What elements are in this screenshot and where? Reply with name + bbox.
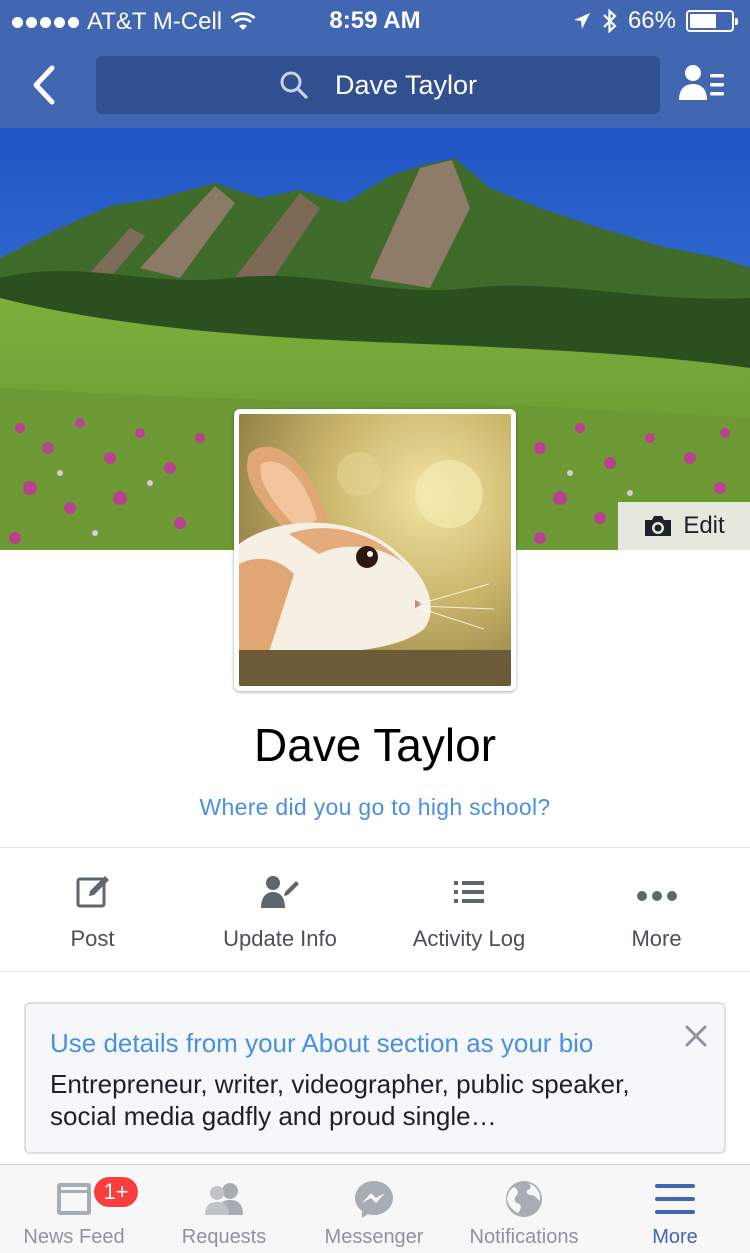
status-right: 66% — [572, 7, 738, 35]
dismiss-bio-button[interactable] — [682, 1022, 710, 1050]
battery-percent: 66% — [627, 7, 676, 34]
profile-picture[interactable] — [234, 409, 516, 691]
tab-news-feed-label: News Feed — [23, 1226, 125, 1248]
tab-requests[interactable]: Requests — [148, 1165, 300, 1253]
post-label: Post — [70, 926, 115, 951]
bio-suggestion-title[interactable]: Use details from your About section as y… — [50, 1028, 593, 1059]
update-info-button[interactable]: Update Info — [185, 848, 375, 972]
tab-messenger[interactable]: Messenger — [300, 1165, 448, 1253]
tab-notifications[interactable]: Notifications — [448, 1165, 600, 1253]
messenger-icon — [355, 1181, 393, 1218]
edit-cover-label: Edit — [683, 512, 725, 539]
search-value: Dave Taylor — [334, 69, 478, 100]
camera-icon — [645, 516, 672, 536]
tab-messenger-label: Messenger — [324, 1226, 424, 1248]
globe-icon — [506, 1181, 542, 1217]
search-icon — [280, 71, 308, 99]
update-info-label: Update Info — [223, 926, 337, 951]
tab-more[interactable]: More — [600, 1165, 750, 1253]
divider — [0, 971, 750, 972]
activity-log-button[interactable]: Activity Log — [375, 848, 563, 972]
close-icon — [685, 1025, 707, 1047]
location-arrow-icon — [573, 13, 590, 29]
status-bar: AT&T M-Cell 8:59 AM 66% — [0, 0, 750, 42]
top-bar: AT&T M-Cell 8:59 AM 66% Dave Taylor — [0, 0, 750, 128]
compose-icon — [76, 876, 109, 908]
bio-suggestion-text: Entrepreneur, writer, videographer, publ… — [50, 1069, 630, 1131]
post-button[interactable]: Post — [0, 848, 185, 972]
more-actions-button[interactable]: More — [563, 848, 750, 972]
person-list-icon — [679, 65, 724, 100]
more-dots-icon — [636, 891, 677, 901]
bio-suggestion-card[interactable]: Use details from your About section as y… — [24, 1002, 726, 1154]
profile-image-bunny — [239, 414, 511, 686]
edit-person-icon — [261, 876, 299, 908]
tab-notifications-label: Notifications — [469, 1226, 579, 1248]
tab-news-feed[interactable]: 1+ News Feed — [0, 1165, 148, 1253]
high-school-prompt-link[interactable]: Where did you go to high school? — [0, 794, 750, 821]
bluetooth-icon — [603, 8, 617, 34]
back-button[interactable] — [22, 60, 68, 110]
tab-more-label: More — [652, 1226, 698, 1248]
friends-icon — [205, 1183, 243, 1215]
menu-icon — [655, 1184, 695, 1214]
search-input[interactable]: Dave Taylor — [96, 56, 660, 114]
bottom-tab-bar: 1+ News Feed Requests Messenger Notifica… — [0, 1164, 750, 1253]
activity-log-label: Activity Log — [412, 926, 526, 951]
profile-actions: Post Update Info Activity Log More — [0, 848, 750, 972]
tab-requests-label: Requests — [181, 1226, 267, 1248]
profile-name: Dave Taylor — [253, 719, 497, 771]
profile-switch-button[interactable] — [676, 60, 730, 110]
news-feed-badge: 1+ — [92, 1175, 140, 1209]
battery-icon — [686, 10, 738, 32]
edit-cover-button[interactable]: Edit — [618, 502, 750, 550]
list-icon — [454, 881, 484, 903]
news-feed-icon — [57, 1183, 91, 1215]
chevron-left-icon — [33, 65, 55, 105]
more-actions-label: More — [631, 926, 682, 951]
